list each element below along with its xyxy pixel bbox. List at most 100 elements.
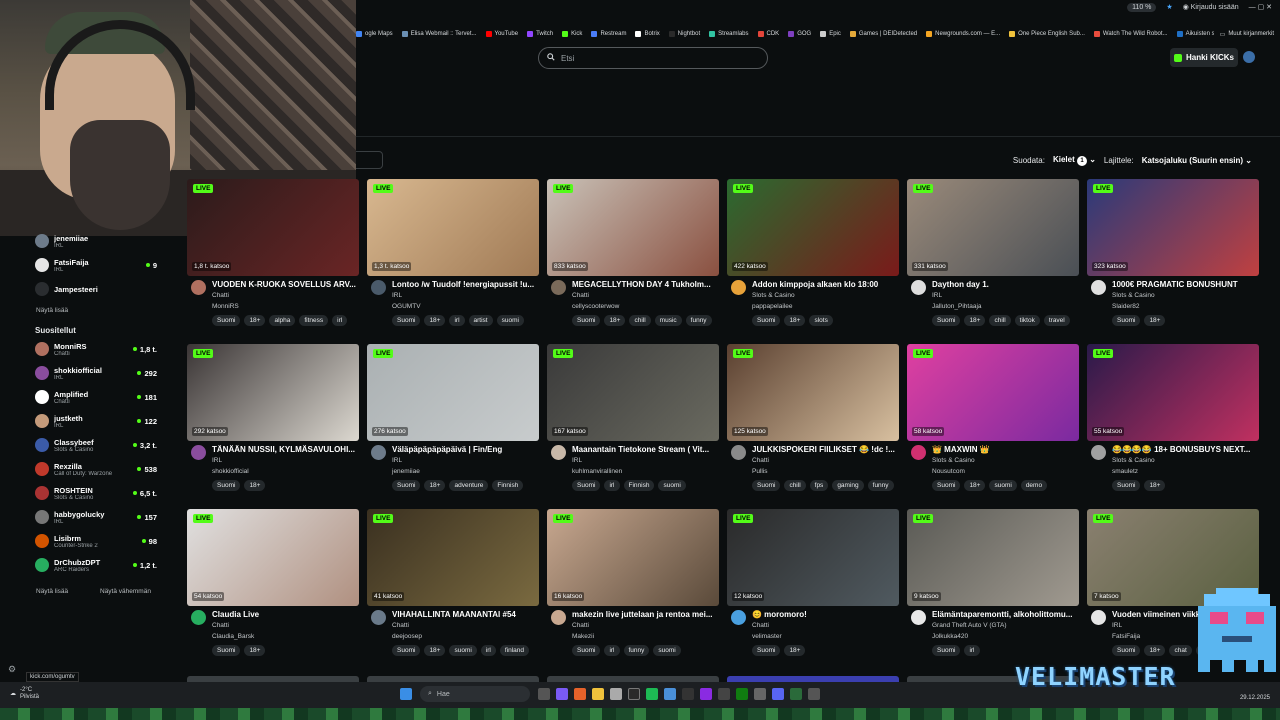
stream-tag[interactable]: suomi: [653, 645, 681, 656]
sidebar-channel[interactable]: Lisibrm Counter-Strike 2 98: [35, 530, 157, 552]
stream-card[interactable]: LIVE 54 katsoo Claudia Live Chatti Claudia_B…: [187, 509, 359, 669]
store-icon[interactable]: [610, 688, 622, 700]
bookmark-item[interactable]: Botrix: [635, 31, 660, 37]
stream-thumbnail[interactable]: LIVE 125 katsoo: [727, 344, 899, 441]
category-filter-input[interactable]: [356, 151, 383, 169]
stream-tag[interactable]: 18+: [244, 480, 266, 491]
windows-start-icon[interactable]: [400, 688, 412, 700]
stream-thumbnail[interactable]: LIVE 292 katsoo: [187, 344, 359, 441]
stream-title[interactable]: Väläpäpäpäpäpäivä | Fin/Eng: [392, 445, 538, 454]
stream-tag[interactable]: Suomi: [572, 480, 601, 491]
stream-thumbnail[interactable]: LIVE 12 katsoo: [727, 509, 899, 606]
stream-tag[interactable]: gaming: [832, 480, 864, 491]
show-more-link[interactable]: Näytä lisää: [36, 307, 68, 314]
stream-tag[interactable]: irl: [480, 645, 496, 656]
stream-card[interactable]: LIVE 292 katsoo TÄNÄÄN NUSSII, KYLMÄSAVULO…: [187, 344, 359, 504]
streamer-avatar[interactable]: [371, 280, 386, 295]
stream-thumbnail[interactable]: LIVE 331 katsoo: [907, 179, 1079, 276]
stream-card[interactable]: LIVE 1,8 t. katsoo VUODEN K-RUOKA SOVELLUS…: [187, 179, 359, 339]
streamer-avatar[interactable]: [731, 280, 746, 295]
streamer-name[interactable]: OGUMTV: [392, 303, 421, 310]
stream-tag[interactable]: 18+: [244, 645, 266, 656]
stream-tag[interactable]: Suomi: [1112, 315, 1141, 326]
stream-thumbnail[interactable]: LIVE 167 katsoo: [547, 344, 719, 441]
stream-tag[interactable]: chill: [784, 480, 806, 491]
streamer-avatar[interactable]: [551, 280, 566, 295]
bookmark-item[interactable]: Nightbot: [668, 31, 700, 37]
stream-tag[interactable]: travel: [1043, 315, 1070, 326]
stream-title[interactable]: 😂😂😂😂 18+ BONUSBUYS NEXT...: [1112, 445, 1258, 454]
stream-tag[interactable]: suomi: [989, 480, 1017, 491]
stream-tag[interactable]: slots: [809, 315, 833, 326]
app-icon[interactable]: [718, 688, 730, 700]
sidebar-channel[interactable]: justketh IRL 122: [35, 410, 157, 432]
stream-title[interactable]: 1000€ PRAGMATIC BONUSHUNT: [1112, 280, 1258, 289]
stream-card[interactable]: LIVE 422 katsoo Addon kimppoja alkaen klo …: [727, 179, 899, 339]
stream-title[interactable]: VUODEN K-RUOKA SOVELLUS ARV...: [212, 280, 358, 289]
stream-tag[interactable]: Suomi: [212, 480, 241, 491]
stream-tag[interactable]: 18+: [964, 315, 986, 326]
other-bookmarks[interactable]: ▭ Muut kirjanmerkit: [1213, 26, 1274, 42]
bookmark-item[interactable]: Newgrounds.com — E...: [926, 31, 1000, 37]
streamer-name[interactable]: smauletz: [1112, 468, 1138, 475]
app-icon[interactable]: [790, 688, 802, 700]
streamer-avatar[interactable]: [911, 445, 926, 460]
stream-category[interactable]: Slots & Casino: [1112, 457, 1155, 464]
stream-title[interactable]: MEGACELLYTHON DAY 4 Tukholm...: [572, 280, 718, 289]
sidebar-channel[interactable]: shokkiofficial IRL 292: [35, 362, 157, 384]
bookmark-item[interactable]: Games | DEIDetected: [849, 31, 917, 37]
app-icon[interactable]: [754, 688, 766, 700]
stream-tag[interactable]: chill: [629, 315, 651, 326]
app-icon[interactable]: [664, 688, 676, 700]
app-icon[interactable]: [700, 688, 712, 700]
stream-tag[interactable]: Suomi: [1112, 480, 1141, 491]
stream-category[interactable]: Chatti: [752, 622, 769, 629]
stream-card[interactable]: LIVE 16 katsoo makezin live juttelaan ja r…: [547, 509, 719, 669]
firefox-icon[interactable]: [574, 688, 586, 700]
stream-thumbnail[interactable]: LIVE 1,8 t. katsoo: [187, 179, 359, 276]
streamer-name[interactable]: MonniRS: [212, 303, 239, 310]
bookmark-item[interactable]: Epic: [820, 31, 841, 37]
sidebar-channel[interactable]: jenemiiaе IRL: [35, 230, 157, 252]
sidebar-channel[interactable]: MonniRS Chatti 1,8 t.: [35, 338, 157, 360]
streamer-avatar[interactable]: [191, 280, 206, 295]
stream-tag[interactable]: alpha: [269, 315, 296, 326]
stream-card[interactable]: LIVE 12 katsoo 😊 moromoro! Chatti velimaster…: [727, 509, 899, 669]
stream-tag[interactable]: tiktok: [1014, 315, 1040, 326]
stream-category[interactable]: Chatti: [212, 292, 229, 299]
login-link[interactable]: ◉ Kirjaudu sisään: [1183, 3, 1239, 11]
clock[interactable]: 29.12.2025: [1240, 688, 1270, 702]
stream-title[interactable]: Addon kimppoja alkaen klo 18:00: [752, 280, 898, 289]
stream-tag[interactable]: chill: [989, 315, 1011, 326]
bookmark-item[interactable]: One Piece English Sub...: [1009, 31, 1085, 37]
streamer-avatar[interactable]: [1091, 610, 1106, 625]
stream-thumbnail[interactable]: LIVE 58 katsoo: [907, 344, 1079, 441]
streamer-avatar[interactable]: [731, 610, 746, 625]
streamer-name[interactable]: Pullis: [752, 468, 768, 475]
stream-tag[interactable]: chat: [1169, 645, 1192, 656]
stream-tag[interactable]: Suomi: [572, 645, 601, 656]
profile-avatar[interactable]: [1243, 51, 1255, 63]
stream-title[interactable]: VIHAHALLINTA MAANANTAI #54: [392, 610, 538, 619]
stream-tag[interactable]: Suomi: [752, 645, 781, 656]
stream-thumbnail[interactable]: LIVE 9 katsoo: [907, 509, 1079, 606]
sidebar-channel[interactable]: habbygolucky IRL 157: [35, 506, 157, 528]
stream-thumbnail[interactable]: LIVE 16 katsoo: [547, 509, 719, 606]
stream-tag[interactable]: finland: [499, 645, 530, 656]
stream-card[interactable]: LIVE 323 katsoo 1000€ PRAGMATIC BONUSHUNT S…: [1087, 179, 1259, 339]
bookmark-item[interactable]: Watch The Wild Robot...: [1093, 31, 1168, 37]
stream-category[interactable]: Chatti: [212, 622, 229, 629]
stream-tag[interactable]: artist: [468, 315, 493, 326]
stream-tag[interactable]: 18+: [244, 315, 266, 326]
stream-title[interactable]: Claudia Live: [212, 610, 358, 619]
zoom-indicator[interactable]: 110 %: [1127, 2, 1157, 12]
stream-category[interactable]: IRL: [932, 292, 942, 299]
app-icon[interactable]: [808, 688, 820, 700]
stream-card[interactable]: LIVE 1,3 t. katsoo Lontoo /w Tuudolf !ener…: [367, 179, 539, 339]
stream-thumbnail[interactable]: LIVE 1,3 t. katsoo: [367, 179, 539, 276]
stream-tag[interactable]: 18+: [784, 315, 806, 326]
stream-thumbnail[interactable]: LIVE 422 katsoo: [727, 179, 899, 276]
stream-card[interactable]: LIVE 276 katsoo Väläpäpäpäpäpäivä | Fin/En…: [367, 344, 539, 504]
file-explorer-icon[interactable]: [592, 688, 604, 700]
sort-dropdown[interactable]: Katsojaluku (Suurin ensin) ⌄: [1142, 156, 1252, 165]
